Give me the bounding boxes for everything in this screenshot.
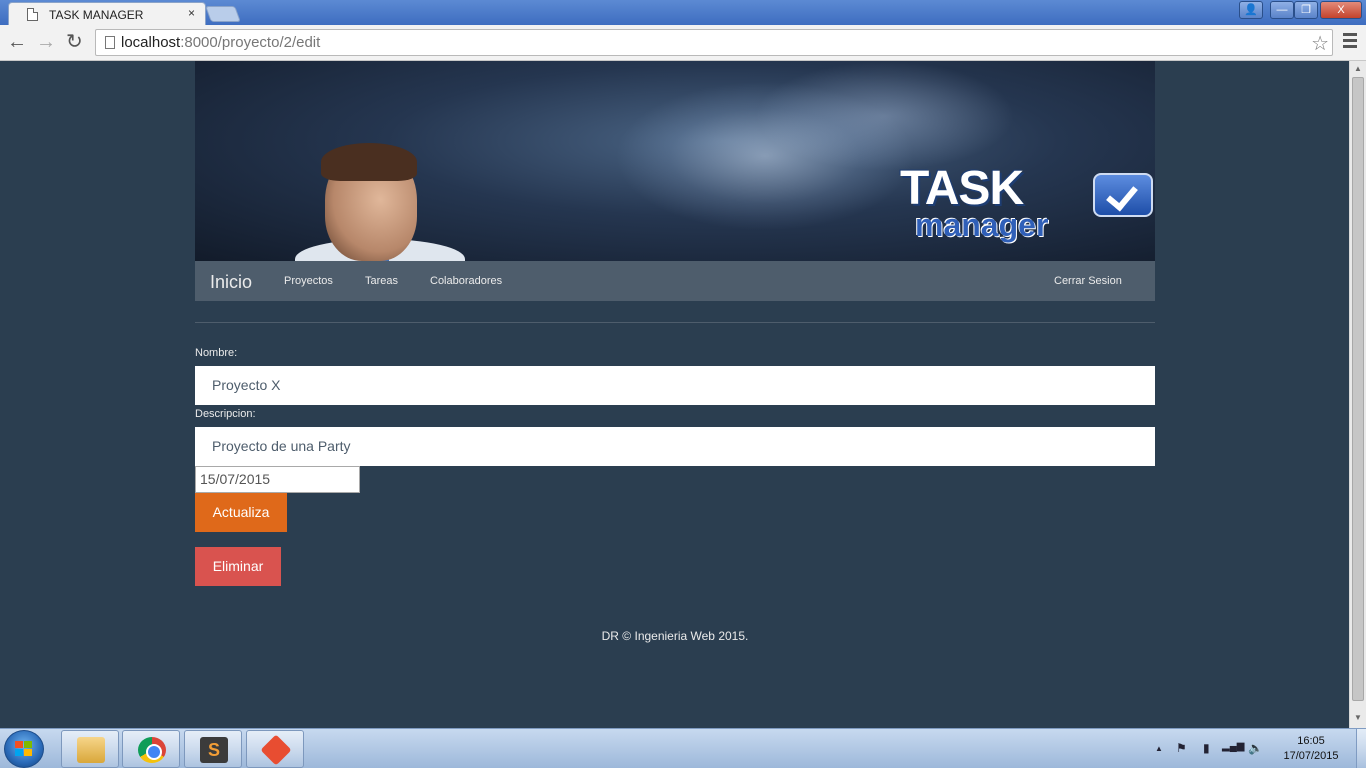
fecha-date-input[interactable]: 15/07/2015 [195, 466, 360, 493]
windows-taskbar: S ▲ ⚑ ▮ ▂▄▆ 🔈 16:05 17/07/2015 [0, 728, 1366, 768]
chrome-icon [138, 737, 166, 763]
logo-manager-text: manager [915, 207, 1049, 243]
star-icon[interactable]: ☆ [1311, 31, 1329, 56]
action-center-flag-icon[interactable]: ⚑ [1176, 741, 1187, 755]
reload-icon[interactable]: ↻ [66, 31, 83, 53]
hamburger-menu-icon[interactable] [1343, 33, 1357, 51]
actualiza-button[interactable]: Actualiza [195, 493, 287, 532]
page-icon [105, 36, 115, 49]
windows-logo-icon [15, 741, 33, 757]
clock-time: 16:05 [1297, 735, 1325, 747]
show-hidden-icons-icon[interactable]: ▲ [1155, 744, 1163, 753]
show-desktop-button[interactable] [1356, 729, 1366, 768]
nav-brand-inicio[interactable]: Inicio [210, 272, 252, 293]
network-signal-icon[interactable]: ▂▄▆ [1222, 741, 1244, 752]
sublime-text-icon: S [200, 737, 228, 763]
smoke-graphic-secondary [755, 61, 1015, 171]
taskbar-chrome[interactable] [122, 730, 180, 768]
system-clock[interactable]: 16:05 17/07/2015 [1276, 734, 1346, 764]
scrollbar-thumb[interactable] [1352, 77, 1364, 701]
user-profile-button[interactable]: 👤 [1239, 1, 1263, 19]
eliminar-button[interactable]: Eliminar [195, 547, 281, 586]
taskbar-file-explorer[interactable] [61, 730, 119, 768]
browser-tab[interactable]: TASK MANAGER × [8, 2, 206, 26]
scroll-down-icon[interactable]: ▼ [1354, 713, 1362, 722]
new-tab-button[interactable] [205, 6, 241, 22]
person-hair [321, 143, 417, 181]
page-document-icon [27, 8, 38, 21]
page-viewport: TASK manager Inicio Proyectos Tareas Col… [0, 61, 1349, 728]
back-arrow-icon[interactable]: ← [7, 31, 27, 53]
tab-title: TASK MANAGER [49, 8, 144, 22]
close-window-button[interactable]: X [1320, 1, 1362, 19]
section-divider [195, 322, 1155, 323]
descripcion-label: Descripcion: [195, 408, 256, 420]
url-path: :8000/proyecto/2/edit [180, 34, 321, 51]
scroll-up-icon[interactable]: ▲ [1354, 64, 1362, 73]
file-explorer-icon [77, 737, 105, 763]
forward-arrow-icon[interactable]: → [36, 31, 56, 53]
minimize-button[interactable]: — [1270, 1, 1294, 19]
page-footer: DR © Ingenieria Web 2015. [601, 629, 749, 643]
browser-toolbar: ← → ↻ localhost:8000/proyecto/2/edit ☆ [0, 25, 1366, 61]
url-text[interactable]: localhost:8000/proyecto/2/edit [121, 34, 320, 51]
nav-link-tareas[interactable]: Tareas [365, 275, 398, 287]
address-bar[interactable]: localhost:8000/proyecto/2/edit ☆ [95, 29, 1333, 56]
nav-link-colaboradores[interactable]: Colaboradores [430, 275, 502, 287]
nav-link-proyectos[interactable]: Proyectos [284, 275, 333, 287]
restore-button[interactable]: ❐ [1294, 1, 1318, 19]
git-icon [260, 734, 292, 766]
taskbar-git[interactable] [246, 730, 304, 768]
close-tab-icon[interactable]: × [188, 6, 195, 20]
browser-title-bar: TASK MANAGER × 👤 — ❐ X [0, 0, 1366, 26]
page-scrollbar[interactable]: ▲ ▼ [1349, 61, 1366, 728]
descripcion-input[interactable]: Proyecto de una Party [195, 427, 1155, 466]
checkmark-logo-icon [1093, 173, 1153, 217]
clock-date: 17/07/2015 [1283, 750, 1339, 762]
nombre-label: Nombre: [195, 347, 238, 359]
nav-link-cerrar-sesion[interactable]: Cerrar Sesion [1054, 275, 1122, 287]
nombre-input[interactable]: Proyecto X [195, 366, 1155, 405]
battery-icon[interactable]: ▮ [1203, 741, 1210, 755]
start-button[interactable] [4, 730, 44, 768]
url-host: localhost [121, 34, 181, 51]
taskbar-sublime-text[interactable]: S [184, 730, 242, 768]
header-banner: TASK manager [195, 61, 1155, 261]
main-navbar: Inicio Proyectos Tareas Colaboradores Ce… [195, 261, 1155, 301]
volume-icon[interactable]: 🔈 [1248, 741, 1263, 755]
